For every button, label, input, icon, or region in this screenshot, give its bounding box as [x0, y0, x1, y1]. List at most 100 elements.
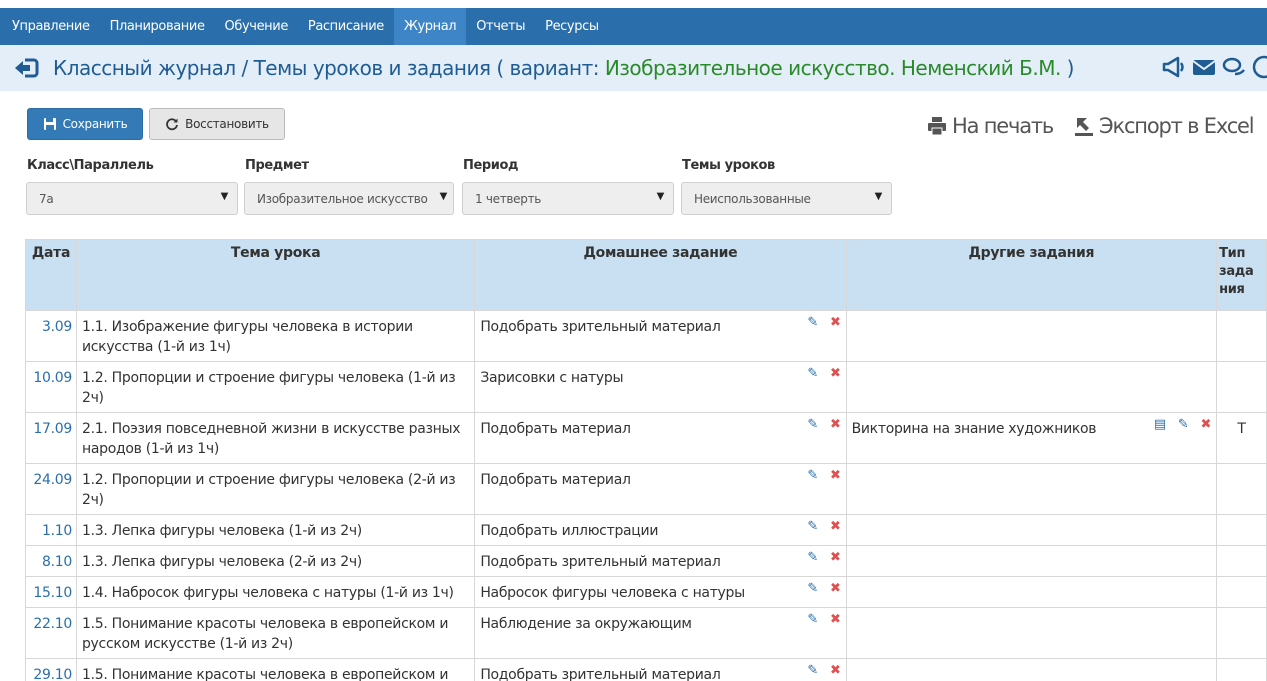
document-icon[interactable]: ▤ — [1154, 417, 1166, 433]
row-homework-text: Подобрать зрительный материал — [480, 319, 721, 335]
delete-icon[interactable]: ✖ — [830, 550, 841, 566]
back-icon[interactable] — [13, 55, 39, 81]
delete-icon[interactable]: ✖ — [830, 663, 841, 679]
topics-select[interactable]: Неиспользованные ▼ — [681, 182, 892, 215]
column-header-homework[interactable]: Домашнее задание — [474, 239, 847, 311]
title-bar: Классный журнал / Темы уроков и задания … — [0, 45, 1267, 91]
row-topic: 2.1. Поэзия повседневной жизни в искусст… — [75, 412, 476, 464]
period-select[interactable]: 1 четверть ▼ — [462, 182, 674, 215]
row-homework-text: Набросок фигуры человека с натуры — [480, 585, 745, 601]
row-other-tasks[interactable] — [845, 576, 1218, 608]
table-row: 17.09 2.1. Поэзия повседневной жизни в и… — [25, 412, 1267, 464]
delete-icon[interactable]: ✖ — [830, 366, 841, 382]
delete-icon[interactable]: ✖ — [830, 315, 841, 331]
nav-item-reports[interactable]: Отчеты — [466, 8, 535, 45]
row-homework: Подобрать материал ✎ ✖ — [474, 463, 847, 515]
column-header-type[interactable]: Тип зада ния — [1216, 239, 1267, 311]
delete-icon[interactable]: ✖ — [830, 519, 841, 535]
caret-down-icon: ▼ — [874, 191, 883, 202]
delete-icon[interactable]: ✖ — [830, 468, 841, 484]
row-homework-text: Наблюдение за окружающим — [480, 616, 692, 632]
row-topic: 1.2. Пропорции и строение фигуры человек… — [75, 463, 476, 515]
column-header-topic[interactable]: Тема урока — [75, 239, 476, 311]
row-homework: Зарисовки с натуры ✎ ✖ — [474, 361, 847, 413]
column-header-date[interactable]: Дата — [25, 239, 77, 311]
pencil-icon[interactable]: ✎ — [807, 612, 818, 628]
user-icon[interactable] — [1251, 54, 1267, 80]
row-homework: Набросок фигуры человека с натуры ✎ ✖ — [474, 576, 847, 608]
row-homework: Подобрать зрительный материал ✎ ✖ — [474, 658, 847, 681]
chat-icon[interactable] — [1221, 54, 1247, 80]
nav-item-education[interactable]: Обучение — [215, 8, 298, 45]
export-excel-link[interactable]: Экспорт в Excel — [1073, 111, 1255, 141]
row-other-tasks-text: Викторина на знание художников — [851, 421, 1097, 437]
row-task-type — [1216, 576, 1267, 608]
nav-item-management[interactable]: Управление — [2, 8, 100, 45]
print-link[interactable]: На печать — [926, 111, 1054, 141]
delete-icon[interactable]: ✖ — [1200, 417, 1211, 433]
row-date: 10.09 — [25, 361, 77, 413]
lessons-table: Дата Тема урока Домашнее задание Другие … — [25, 239, 1267, 681]
caret-down-icon: ▼ — [439, 191, 448, 202]
class-select-value: 7а — [39, 191, 54, 206]
restore-button[interactable]: Восстановить — [149, 108, 285, 140]
envelope-icon[interactable] — [1191, 54, 1217, 80]
caret-down-icon: ▼ — [656, 191, 665, 202]
nav-item-schedule[interactable]: Расписание — [298, 8, 394, 45]
row-other-tasks[interactable] — [845, 310, 1218, 362]
row-other-tasks[interactable] — [845, 658, 1218, 681]
table-header-row: Дата Тема урока Домашнее задание Другие … — [25, 239, 1267, 311]
pencil-icon[interactable]: ✎ — [807, 550, 818, 566]
row-topic: 1.5. Понимание красоты человека в европе… — [75, 607, 476, 659]
pencil-icon[interactable]: ✎ — [807, 417, 818, 433]
nav-item-planning[interactable]: Планирование — [100, 8, 215, 45]
row-homework: Наблюдение за окружающим ✎ ✖ — [474, 607, 847, 659]
row-homework-text: Подобрать материал — [480, 421, 631, 437]
pencil-icon[interactable]: ✎ — [1178, 417, 1189, 433]
caret-down-icon: ▼ — [220, 191, 229, 202]
row-other-tasks[interactable] — [845, 607, 1218, 659]
row-homework-text: Подобрать материал — [480, 472, 631, 488]
refresh-icon — [166, 118, 179, 131]
row-homework: Подобрать материал ✎ ✖ — [474, 412, 847, 464]
pencil-icon[interactable]: ✎ — [807, 663, 818, 679]
row-other-tasks[interactable] — [845, 514, 1218, 546]
column-header-other[interactable]: Другие задания — [845, 239, 1218, 311]
delete-icon[interactable]: ✖ — [830, 417, 841, 433]
nav-item-resources[interactable]: Ресурсы — [535, 8, 609, 45]
row-date: 15.10 — [25, 576, 77, 608]
row-homework-text: Подобрать зрительный материал — [480, 554, 721, 570]
pencil-icon[interactable]: ✎ — [807, 315, 818, 331]
row-date: 22.10 — [25, 607, 77, 659]
print-link-label: На печать — [952, 114, 1054, 138]
row-other-tasks: Викторина на знание художников ▤ ✎ ✖ — [845, 412, 1218, 464]
row-other-tasks[interactable] — [845, 463, 1218, 515]
subject-filter-label: Предмет — [245, 158, 309, 173]
save-button[interactable]: Сохранить — [27, 108, 143, 140]
topics-filter-label: Темы уроков — [682, 158, 775, 173]
row-date: 24.09 — [25, 463, 77, 515]
row-topic: 1.3. Лепка фигуры человека (2-й из 2ч) — [75, 545, 476, 577]
delete-icon[interactable]: ✖ — [830, 612, 841, 628]
row-homework-text: Подобрать зрительный материал — [480, 667, 721, 681]
row-date: 8.10 — [25, 545, 77, 577]
row-date: 29.10 — [25, 658, 77, 681]
nav-item-journal[interactable]: Журнал — [393, 8, 467, 45]
pencil-icon[interactable]: ✎ — [807, 468, 818, 484]
class-select[interactable]: 7а ▼ — [26, 182, 238, 215]
row-topic: 1.2. Пропорции и строение фигуры человек… — [75, 361, 476, 413]
megaphone-icon[interactable] — [1161, 54, 1187, 80]
table-row: 10.09 1.2. Пропорции и строение фигуры ч… — [25, 361, 1267, 413]
delete-icon[interactable]: ✖ — [830, 581, 841, 597]
row-other-tasks[interactable] — [845, 545, 1218, 577]
save-button-label: Сохранить — [62, 117, 128, 131]
subject-select[interactable]: Изобразительное искусство ▼ — [244, 182, 454, 215]
pencil-icon[interactable]: ✎ — [807, 366, 818, 382]
pencil-icon[interactable]: ✎ — [807, 581, 818, 597]
period-filter-label: Период — [463, 158, 519, 173]
row-other-tasks[interactable] — [845, 361, 1218, 413]
pencil-icon[interactable]: ✎ — [807, 519, 818, 535]
row-task-type — [1216, 361, 1267, 413]
row-homework-text: Зарисовки с натуры — [480, 370, 624, 386]
row-task-type — [1216, 463, 1267, 515]
